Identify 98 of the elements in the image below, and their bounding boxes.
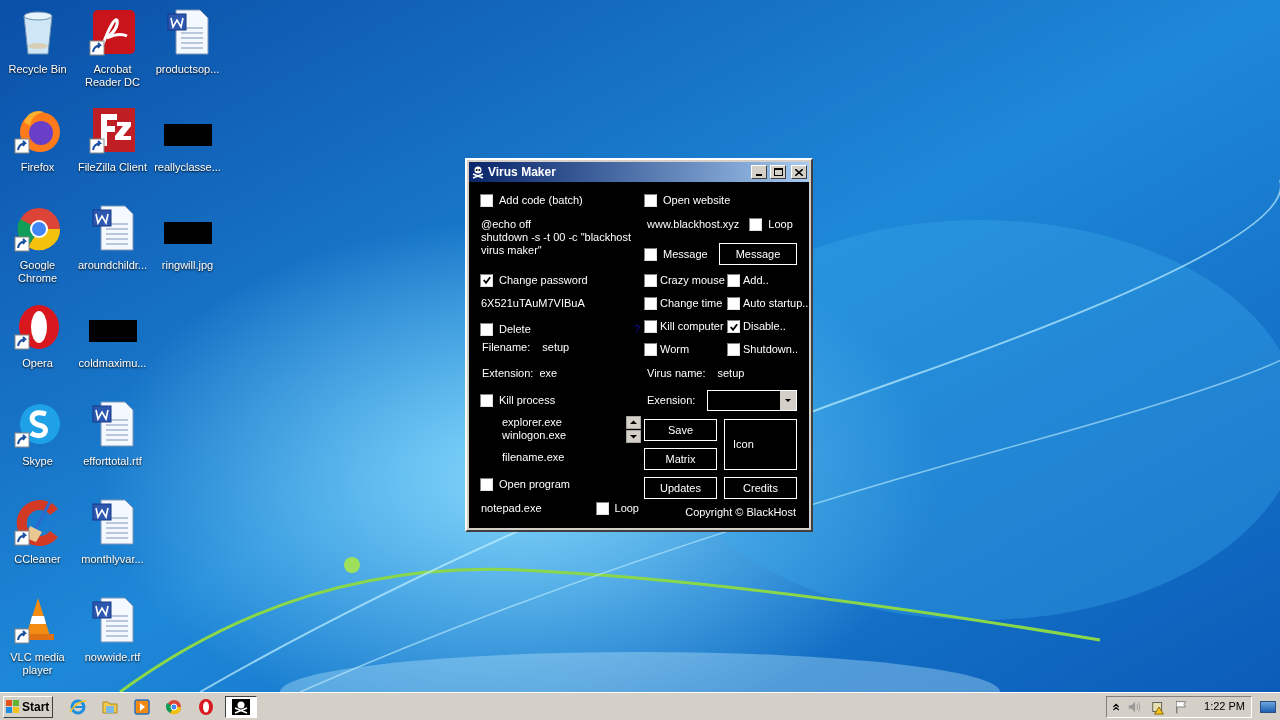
desktop-icon-label[interactable]: FileZilla Client (75, 161, 150, 174)
checkbox-label: Change time (660, 296, 723, 312)
checkbox-label: Crazy mouse (660, 273, 725, 289)
checkbox-label: Message (663, 246, 708, 262)
checkbox[interactable] (644, 247, 657, 261)
check-icon (481, 274, 492, 286)
minimize-button[interactable] (751, 165, 767, 179)
field-label: Filename: (482, 339, 531, 355)
checkbox-label: Add.. (743, 273, 769, 289)
field-label: Virus name: (647, 365, 706, 381)
list-item[interactable]: winlogon.exe (502, 429, 626, 442)
scroll-up-button[interactable] (626, 416, 641, 429)
desktop-icon-label[interactable]: efforttotal.rtf (75, 455, 150, 468)
checkbox[interactable] (480, 322, 493, 336)
checkbox[interactable] (644, 193, 657, 207)
checkbox-label: Disable.. (743, 319, 786, 335)
list-item[interactable]: explorer.exe (502, 416, 626, 429)
desktop-icon-label[interactable]: coldmaximu... (75, 357, 150, 370)
field-value: exe (539, 365, 558, 381)
scroll-down-button[interactable] (626, 430, 641, 443)
chevron-up-icon[interactable] (1113, 702, 1120, 711)
desktop-icon-label[interactable]: VLC media player (0, 651, 75, 677)
media-player-icon[interactable] (133, 697, 151, 716)
desktop-icon-label[interactable]: Firefox (0, 161, 75, 174)
message-button[interactable]: Message (719, 243, 797, 265)
windows-logo-icon (6, 700, 20, 713)
maximize-button[interactable] (770, 165, 786, 179)
checkbox-label: Loop (768, 216, 793, 232)
show-desktop-button[interactable] (1260, 700, 1276, 713)
checkbox[interactable] (749, 217, 763, 231)
field-label: Exension: (647, 393, 696, 409)
desktop-icon-label[interactable]: monthlyvar... (75, 553, 150, 566)
close-icon (795, 168, 803, 176)
filezilla-icon[interactable] (88, 106, 137, 154)
batch-code-text[interactable]: @echo off shutdown -s -t 00 -c "blackhost virus maker" (481, 218, 641, 257)
password-text[interactable]: 6X521uTAuM7VIBuA (481, 296, 643, 310)
copyright-text: Copyright © BlackHost (684, 505, 796, 519)
checkbox-label: Add code (batch) (499, 192, 583, 208)
skull-icon (232, 698, 250, 715)
checkbox[interactable] (644, 343, 657, 356)
skull-icon (471, 165, 485, 179)
field-value: setup (542, 339, 570, 355)
checkbox[interactable] (727, 320, 740, 333)
checkbox[interactable] (480, 193, 493, 207)
start-button[interactable]: Start (3, 695, 53, 718)
field-label: Extension: (482, 365, 534, 381)
checkbox-label: Open website (663, 192, 731, 208)
checkbox-label: Shutdown.. (743, 342, 799, 358)
desktop-icon-label[interactable]: Recycle Bin (0, 63, 75, 76)
checkbox[interactable] (644, 274, 657, 287)
checkbox[interactable] (727, 297, 740, 310)
checkbox[interactable] (480, 393, 493, 407)
checkbox[interactable] (644, 297, 657, 310)
checkbox-label: Change password (499, 272, 588, 288)
desktop-icon-label[interactable]: Skype (0, 455, 75, 468)
save-button[interactable]: Save (644, 419, 717, 441)
maximize-icon (773, 168, 783, 176)
text-field[interactable]: notepad.exe (481, 499, 542, 517)
desktop-icon-label[interactable]: productsop... (150, 63, 225, 76)
acrobat-icon[interactable] (88, 8, 137, 56)
desktop-icon-label[interactable]: Opera (0, 357, 75, 370)
minimize-icon (756, 174, 762, 176)
desktop-icon-label[interactable]: reallyclasse... (150, 161, 225, 174)
desktop-icon-label[interactable]: CCleaner (0, 553, 75, 566)
text-field[interactable]: filename.exe (502, 450, 643, 464)
checkbox[interactable] (480, 477, 493, 491)
desktop-icon-label[interactable]: nowwide.rtf (75, 651, 150, 664)
chrome-icon[interactable] (165, 697, 183, 716)
checkbox-label: Delete (499, 321, 531, 337)
clock[interactable]: 1:22 PM (1204, 698, 1245, 715)
credits-button[interactable]: Credits (724, 477, 797, 499)
checkbox[interactable] (644, 320, 657, 333)
dropdown[interactable] (707, 390, 797, 411)
matrix-button[interactable]: Matrix (644, 448, 717, 470)
desktop-icon-label[interactable]: Acrobat Reader DC (75, 63, 150, 89)
icon-button[interactable]: Icon (724, 419, 797, 470)
close-button[interactable] (791, 165, 807, 179)
desktop-icon-label[interactable]: Google Chrome (0, 259, 75, 285)
checkbox-label: Loop (614, 500, 639, 516)
task-button[interactable] (225, 695, 257, 718)
window-title: Virus Maker (488, 164, 557, 181)
desktop-icon-label[interactable]: aroundchildr... (75, 259, 150, 272)
checkbox[interactable] (727, 274, 740, 287)
checkbox-label: Worm (660, 342, 690, 358)
checkbox-label: Open program (499, 476, 570, 492)
checkbox[interactable] (480, 273, 493, 287)
checkbox-label: Auto startup.. (743, 296, 809, 312)
flag-icon[interactable] (1174, 699, 1188, 714)
checkbox[interactable] (727, 343, 740, 356)
field-value: setup (717, 365, 745, 381)
desktop-icon-label[interactable]: ringwill.jpg (150, 259, 225, 272)
checkbox-label: Kill process (499, 392, 556, 408)
opera-icon[interactable] (197, 697, 215, 716)
text-field[interactable]: www.blackhost.xyz (647, 215, 740, 233)
updates-button[interactable]: Updates (644, 477, 717, 499)
checkbox[interactable] (595, 501, 609, 515)
opera-icon[interactable] (13, 302, 62, 350)
checkbox-label: Kill computer (660, 319, 724, 335)
